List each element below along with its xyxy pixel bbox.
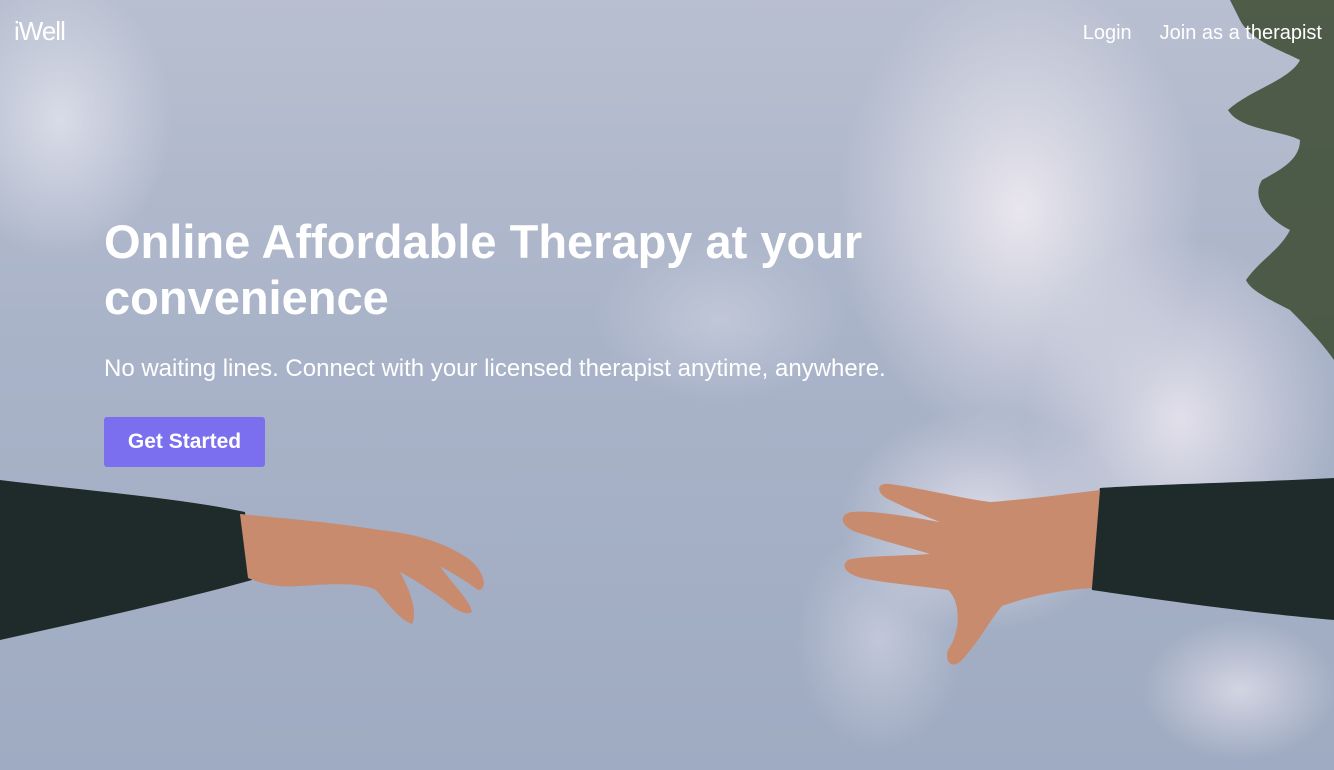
brand-logo[interactable]: iWell [14, 16, 66, 47]
reaching-hands-illustration [0, 0, 1334, 665]
top-nav: Login Join as a therapist [1083, 22, 1322, 45]
left-arm [0, 480, 484, 640]
hero-background-image [0, 0, 1334, 770]
login-link[interactable]: Login [1083, 22, 1132, 45]
tree-foliage [1228, 0, 1334, 360]
get-started-button[interactable]: Get Started [104, 417, 265, 467]
join-as-therapist-link[interactable]: Join as a therapist [1160, 22, 1322, 45]
right-arm [842, 478, 1334, 665]
hero-title: Online Affordable Therapy at your conven… [104, 215, 863, 324]
hero-subtitle: No waiting lines. Connect with your lice… [104, 355, 886, 382]
